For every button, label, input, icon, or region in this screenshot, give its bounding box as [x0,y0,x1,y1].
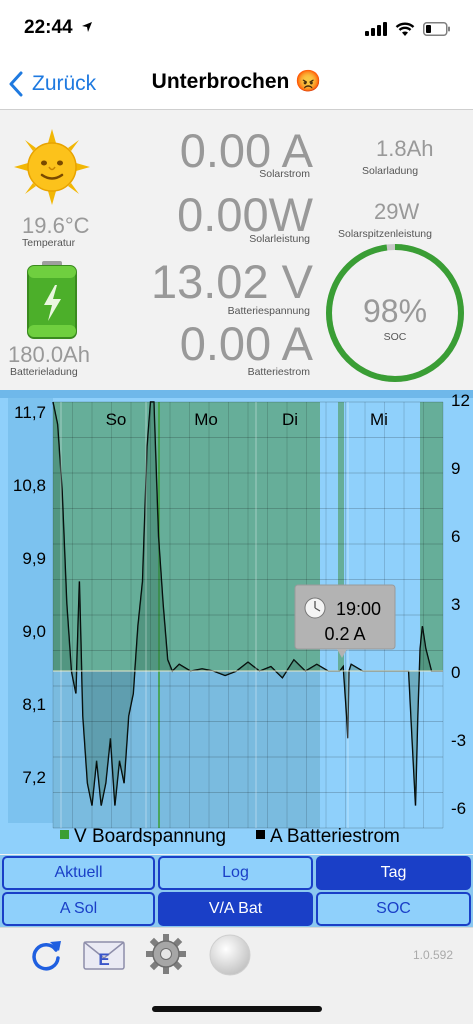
voltage-current-chart[interactable]: 11,710,89,99,08,17,2129630-3-6 So Mo Di Mi … [0,390,473,854]
battery-charge-caption: Batterieladung [10,366,78,378]
battery-icon [27,261,77,339]
left-axis-tick: 10,8 [13,476,46,495]
day-label: Mi [370,410,388,429]
left-axis-tick: 9,0 [22,622,46,641]
tab-tag[interactable]: Tag [316,856,471,890]
status-time: 22:44 [24,17,93,39]
tab-log[interactable]: Log [158,856,313,890]
svg-text:E: E [98,950,109,969]
right-axis-tick: 0 [451,663,460,682]
settings-icon[interactable] [146,934,186,974]
tooltip-value: 0.2 A [324,624,365,644]
solar-current-value: 0.00 A [179,124,313,177]
right-axis-tick: 3 [451,595,460,614]
battery-voltage-caption: Batteriespannung [227,305,310,317]
location-icon [81,22,92,32]
left-axis-band [8,398,53,823]
tab-aktuell[interactable]: Aktuell [2,856,155,890]
tab-a-sol[interactable]: A Sol [2,892,155,926]
solar-charge-value: 1.8Ah [376,136,434,161]
voltage-area-day1-3 [53,402,320,672]
clock-icon [304,597,326,619]
solar-current-caption: Solarstrom [259,168,310,180]
solar-power-caption: Solarleistung [249,233,310,245]
legend-voltage-swatch [60,830,69,839]
battery-current-value: 0.00 A [179,317,313,370]
solar-peak-value: 29W [374,199,420,224]
day-label: Di [282,410,298,429]
legend-current-label: A Batteriestrom [270,826,400,847]
day-label: Mo [194,410,218,429]
temperature-value: 19.6°C [22,213,90,238]
soc-value: 98% [362,293,428,329]
page-title: Unterbrochen 😡 [151,70,322,93]
left-axis-tick: 8,1 [22,695,46,714]
mail-icon[interactable]: E [82,938,126,972]
app-root: 22:44 Zurück Unterbrochen 😡 19.6°C Tempe… [0,0,473,1024]
left-axis-tick: 11,7 [14,403,46,422]
right-axis-tick: 12 [451,391,470,410]
left-axis-tick: 9,9 [22,549,46,568]
battery-charge-value: 180.0Ah [8,342,90,367]
right-axis-tick: -3 [451,731,466,750]
navigation-bar: Zurück Unterbrochen 😡 [0,58,473,110]
solar-power-value: 0.00W [177,188,313,241]
left-axis-tick: 7,2 [22,768,46,787]
battery-status-icon [423,22,450,36]
home-indicator[interactable] [152,1006,322,1012]
sun-icon [14,129,90,205]
solar-peak-caption: Solarspitzenleistung [338,228,432,240]
chart-top-strip [0,390,473,398]
tab-bar: Aktuell Log Tag A Sol V/A Bat SOC [0,855,473,927]
soc-caption: SOC [383,331,407,343]
tab-v-a-bat[interactable]: V/A Bat [158,892,313,926]
legend-voltage-label: V Boardspannung [74,826,226,847]
right-axis-tick: 6 [451,527,460,546]
status-icons [365,18,451,40]
status-bar: 22:44 [0,0,473,58]
day-label: So [106,410,127,429]
right-axis-tick: -6 [451,799,466,818]
right-axis-tick: 9 [451,459,460,478]
temperature-caption: Temperatur [22,237,76,249]
legend-current-swatch [256,830,265,839]
signal-icon [365,22,387,36]
wifi-icon [395,22,415,36]
solar-charge-caption: Solarladung [362,165,419,177]
tab-soc[interactable]: SOC [316,892,471,926]
battery-voltage-value: 13.02 V [150,255,313,308]
chart-area[interactable]: 11,7 10,8 9,9 9,0 8,1 7,2 12 9 6 3 0 -3 -6 So Mo Di Mi … [0,390,473,854]
refresh-icon[interactable] [28,938,64,974]
dashboard-panel: 19.6°C Temperatur 180.0Ah Batterieladung… [0,111,473,390]
battery-current-caption: Batteriestrom [247,366,310,378]
tooltip-time: 19:00 [336,599,381,619]
version-label: 1.0.592 [412,948,453,962]
status-light-icon [209,934,251,976]
